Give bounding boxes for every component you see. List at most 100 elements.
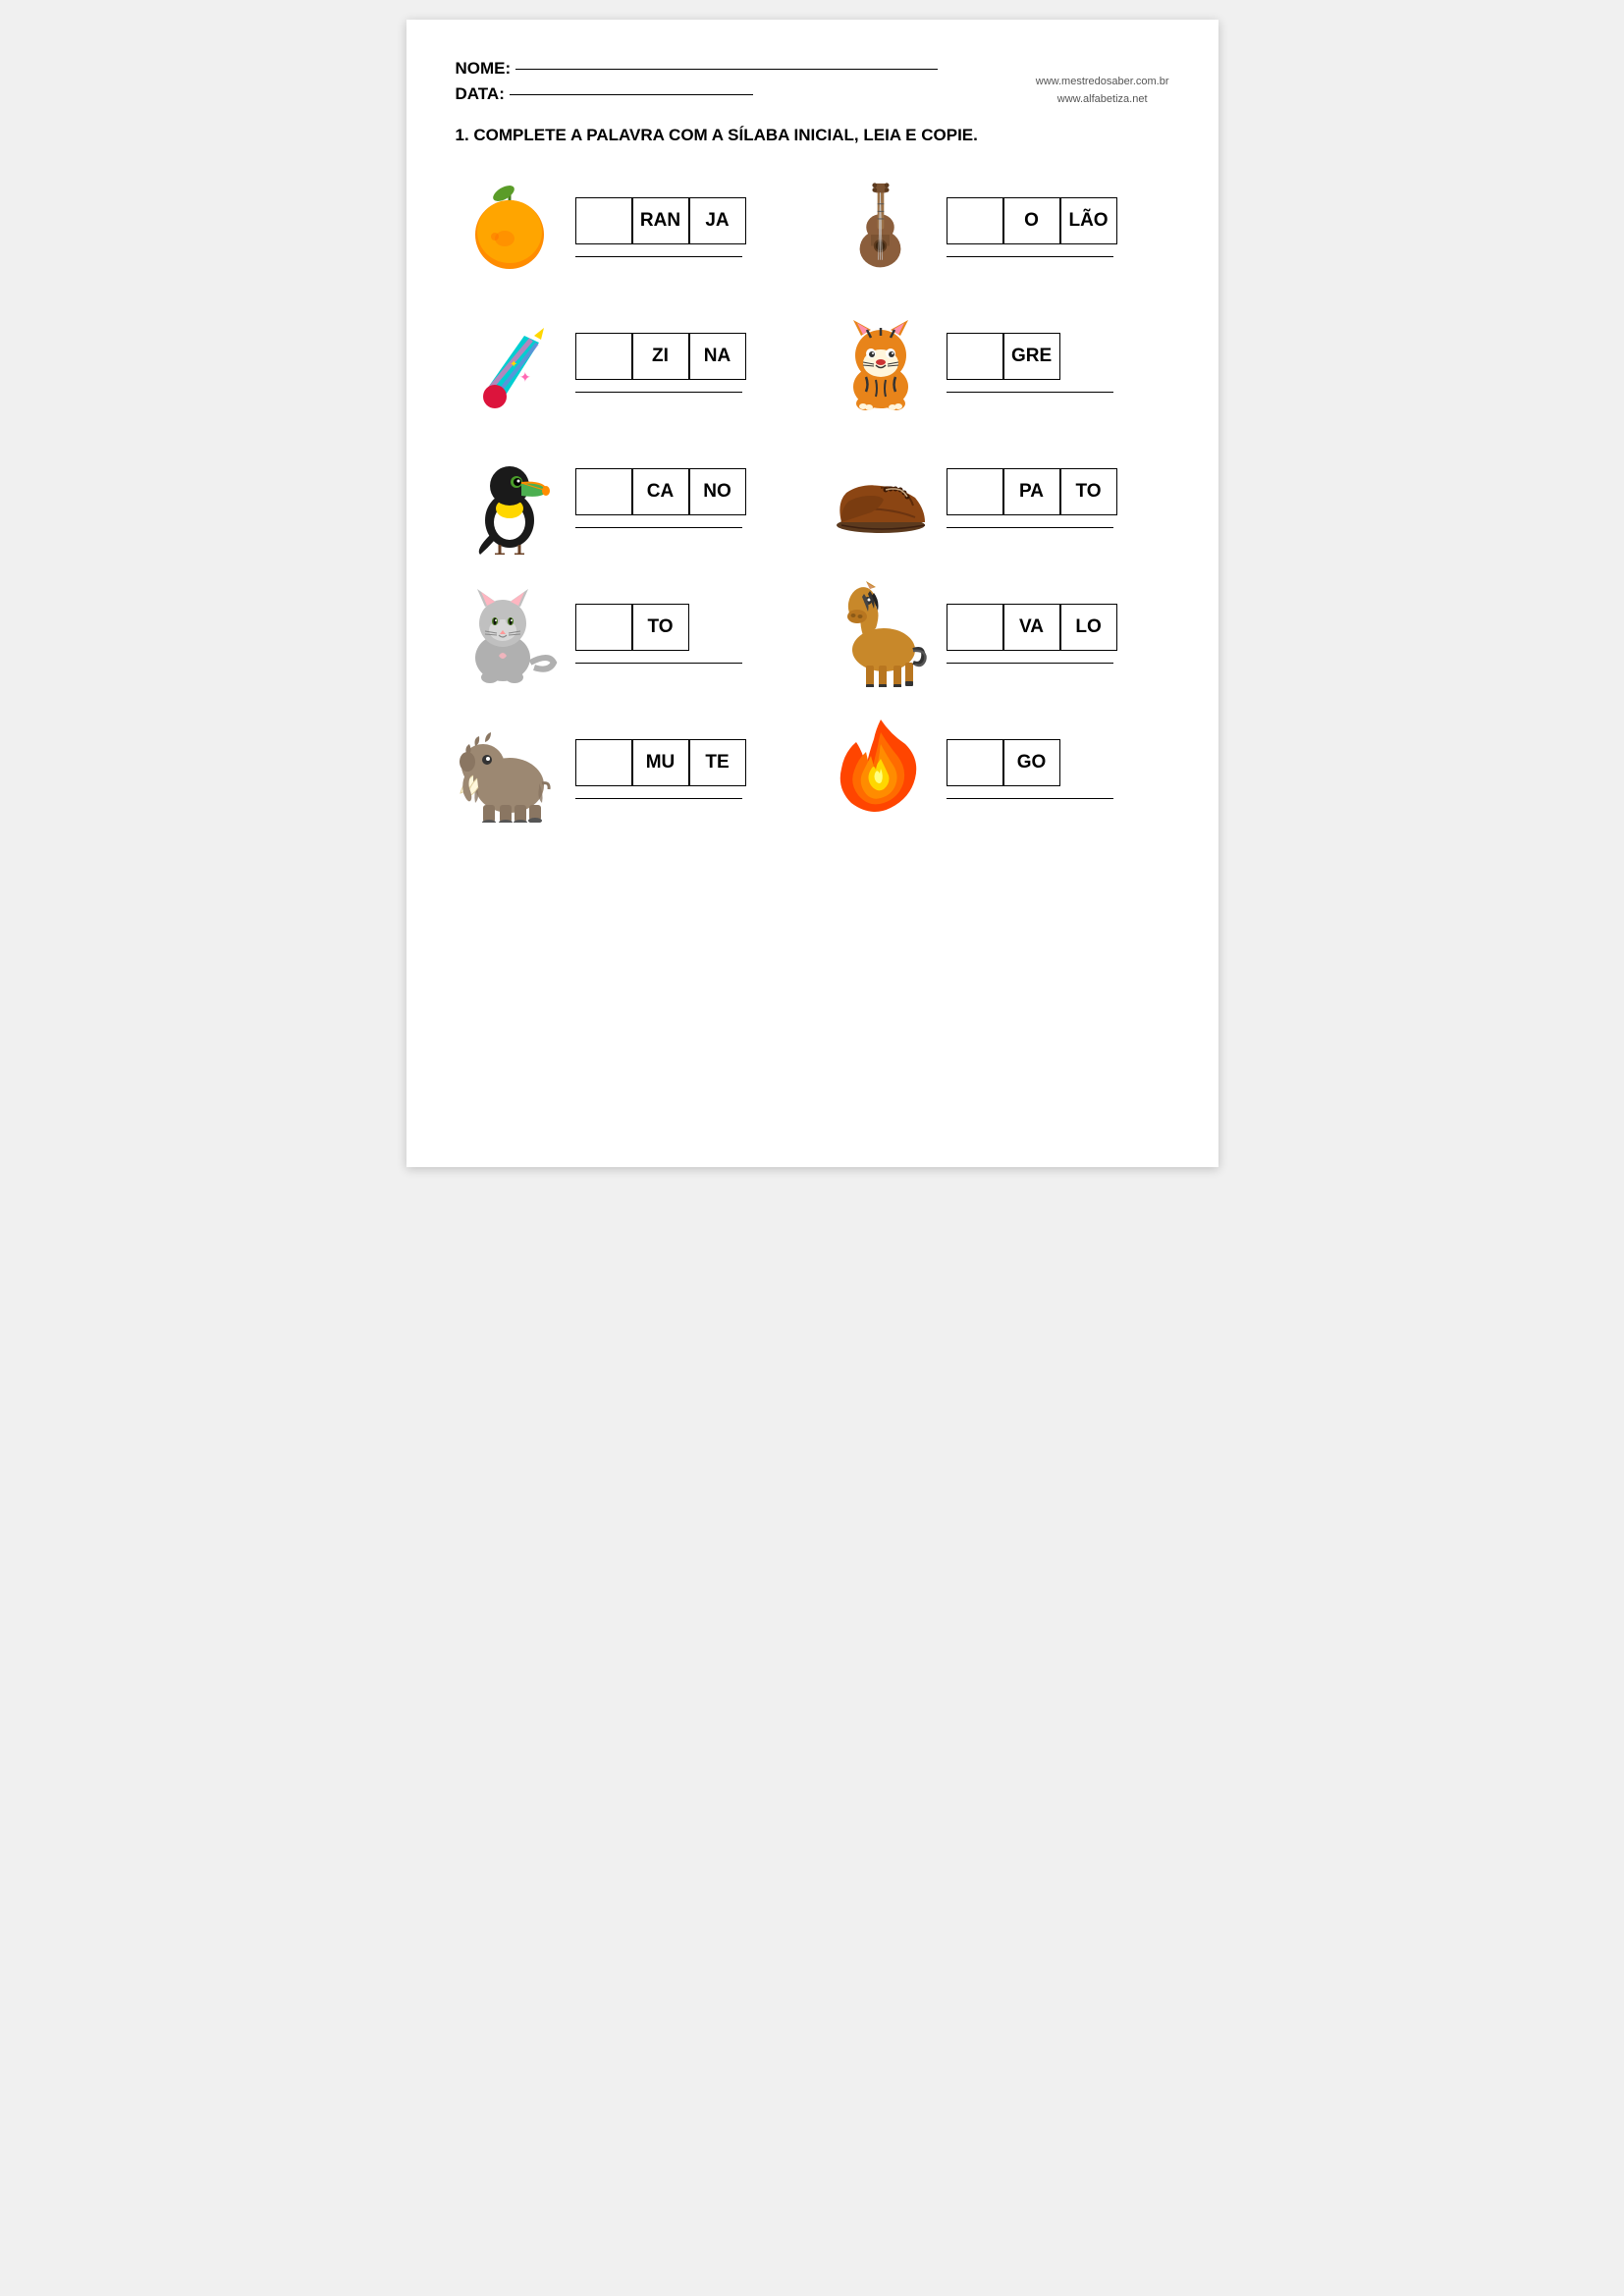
word-boxes-fire: GO xyxy=(947,739,1113,799)
exercise-mammoth: MU TE xyxy=(456,715,798,823)
box-ja: JA xyxy=(689,197,746,244)
word-boxes-guitar: O LÃO xyxy=(947,197,1117,257)
box-empty-4[interactable] xyxy=(947,333,1003,380)
shoe-svg xyxy=(827,458,935,537)
box-zi: ZI xyxy=(632,333,689,380)
exercise-row-1: RAN JA xyxy=(456,173,1169,281)
copy-line-shoe[interactable] xyxy=(947,527,1113,528)
copy-line-toucan[interactable] xyxy=(575,527,742,528)
boxes-row-orange: RAN JA xyxy=(575,197,746,244)
boxes-row-party-horn: ZI NA xyxy=(575,333,746,380)
image-horse xyxy=(827,579,935,687)
box-empty-8[interactable] xyxy=(947,604,1003,651)
box-na: NA xyxy=(689,333,746,380)
exercise-horse: VA LO xyxy=(827,579,1169,687)
copy-line-cat[interactable] xyxy=(575,663,742,664)
website-info: www.mestredosaber.com.br www.alfabetiza.… xyxy=(1036,74,1169,108)
box-empty-5[interactable] xyxy=(575,468,632,515)
box-empty-10[interactable] xyxy=(947,739,1003,786)
image-fire xyxy=(827,715,935,823)
box-to2: TO xyxy=(632,604,689,651)
website2: www.alfabetiza.net xyxy=(1036,91,1169,109)
box-o: O xyxy=(1003,197,1060,244)
box-empty-6[interactable] xyxy=(947,468,1003,515)
exercise-guitar: O LÃO xyxy=(827,173,1169,281)
box-empty-9[interactable] xyxy=(575,739,632,786)
box-ran: RAN xyxy=(632,197,689,244)
exercises-grid: RAN JA xyxy=(456,173,1169,823)
word-boxes-cat: TO xyxy=(575,604,742,664)
copy-line-party-horn[interactable] xyxy=(575,392,742,393)
copy-line-mammoth[interactable] xyxy=(575,798,742,799)
website1: www.mestredosaber.com.br xyxy=(1036,74,1169,91)
exercise-tiger: GRE xyxy=(827,308,1169,416)
svg-text:✦: ✦ xyxy=(510,359,517,370)
exercise-fire: GO xyxy=(827,715,1169,823)
nome-underline[interactable] xyxy=(515,69,938,70)
box-empty-7[interactable] xyxy=(575,604,632,651)
mammoth-svg xyxy=(456,715,564,823)
boxes-row-tiger: GRE xyxy=(947,333,1113,380)
orange-svg xyxy=(460,178,559,276)
exercise-row-3: CA NO xyxy=(456,444,1169,552)
word-boxes-mammoth: MU TE xyxy=(575,739,746,799)
box-no: NO xyxy=(689,468,746,515)
fire-svg xyxy=(837,715,925,823)
box-ca: CA xyxy=(632,468,689,515)
cat-svg xyxy=(456,579,564,687)
toucan-svg xyxy=(460,442,559,555)
horse-svg xyxy=(827,579,935,687)
box-pa: PA xyxy=(1003,468,1060,515)
box-empty-2[interactable] xyxy=(947,197,1003,244)
image-party-horn: ✦ ✦ xyxy=(456,308,564,416)
image-cat xyxy=(456,579,564,687)
data-label: DATA: xyxy=(456,84,505,104)
word-boxes-tiger: GRE xyxy=(947,333,1113,393)
exercise-row-5: MU TE xyxy=(456,715,1169,823)
party-horn-svg: ✦ ✦ xyxy=(460,308,559,416)
exercise-shoe: PA TO xyxy=(827,444,1169,552)
word-boxes-horse: VA LO xyxy=(947,604,1117,664)
copy-line-tiger[interactable] xyxy=(947,392,1113,393)
copy-line-orange[interactable] xyxy=(575,256,742,257)
box-to: TO xyxy=(1060,468,1117,515)
copy-line-fire[interactable] xyxy=(947,798,1113,799)
boxes-row-mammoth: MU TE xyxy=(575,739,746,786)
exercise-orange: RAN JA xyxy=(456,173,798,281)
word-boxes-party-horn: ZI NA xyxy=(575,333,746,393)
boxes-row-horse: VA LO xyxy=(947,604,1117,651)
box-va: VA xyxy=(1003,604,1060,651)
image-mammoth xyxy=(456,715,564,823)
boxes-row-shoe: PA TO xyxy=(947,468,1117,515)
exercise-cat: TO xyxy=(456,579,798,687)
data-underline[interactable] xyxy=(510,94,753,95)
box-lao: LÃO xyxy=(1060,197,1117,244)
guitar-svg xyxy=(834,176,927,279)
box-empty-1[interactable] xyxy=(575,197,632,244)
boxes-row-toucan: CA NO xyxy=(575,468,746,515)
box-te: TE xyxy=(689,739,746,786)
copy-line-horse[interactable] xyxy=(947,663,1113,664)
box-gre: GRE xyxy=(1003,333,1060,380)
word-boxes-toucan: CA NO xyxy=(575,468,746,528)
exercise-toucan: CA NO xyxy=(456,444,798,552)
word-boxes-orange: RAN JA xyxy=(575,197,746,257)
box-mu: MU xyxy=(632,739,689,786)
image-tiger xyxy=(827,308,935,416)
box-go: GO xyxy=(1003,739,1060,786)
boxes-row-cat: TO xyxy=(575,604,742,651)
box-lo: LO xyxy=(1060,604,1117,651)
exercise-party-horn: ✦ ✦ ZI NA xyxy=(456,308,798,416)
worksheet-page: NOME: DATA: www.mestredosaber.com.br www… xyxy=(406,20,1218,1167)
image-orange xyxy=(456,173,564,281)
boxes-row-guitar: O LÃO xyxy=(947,197,1117,244)
svg-text:✦: ✦ xyxy=(519,369,531,385)
tiger-svg xyxy=(832,308,930,416)
copy-line-guitar[interactable] xyxy=(947,256,1113,257)
exercise-row-2: ✦ ✦ ZI NA xyxy=(456,308,1169,416)
exercise-row-4: TO xyxy=(456,579,1169,687)
boxes-row-fire: GO xyxy=(947,739,1113,786)
word-boxes-shoe: PA TO xyxy=(947,468,1117,528)
instruction-text: 1. COMPLETE A PALAVRA COM A SÍLABA INICI… xyxy=(456,126,1169,145)
box-empty-3[interactable] xyxy=(575,333,632,380)
